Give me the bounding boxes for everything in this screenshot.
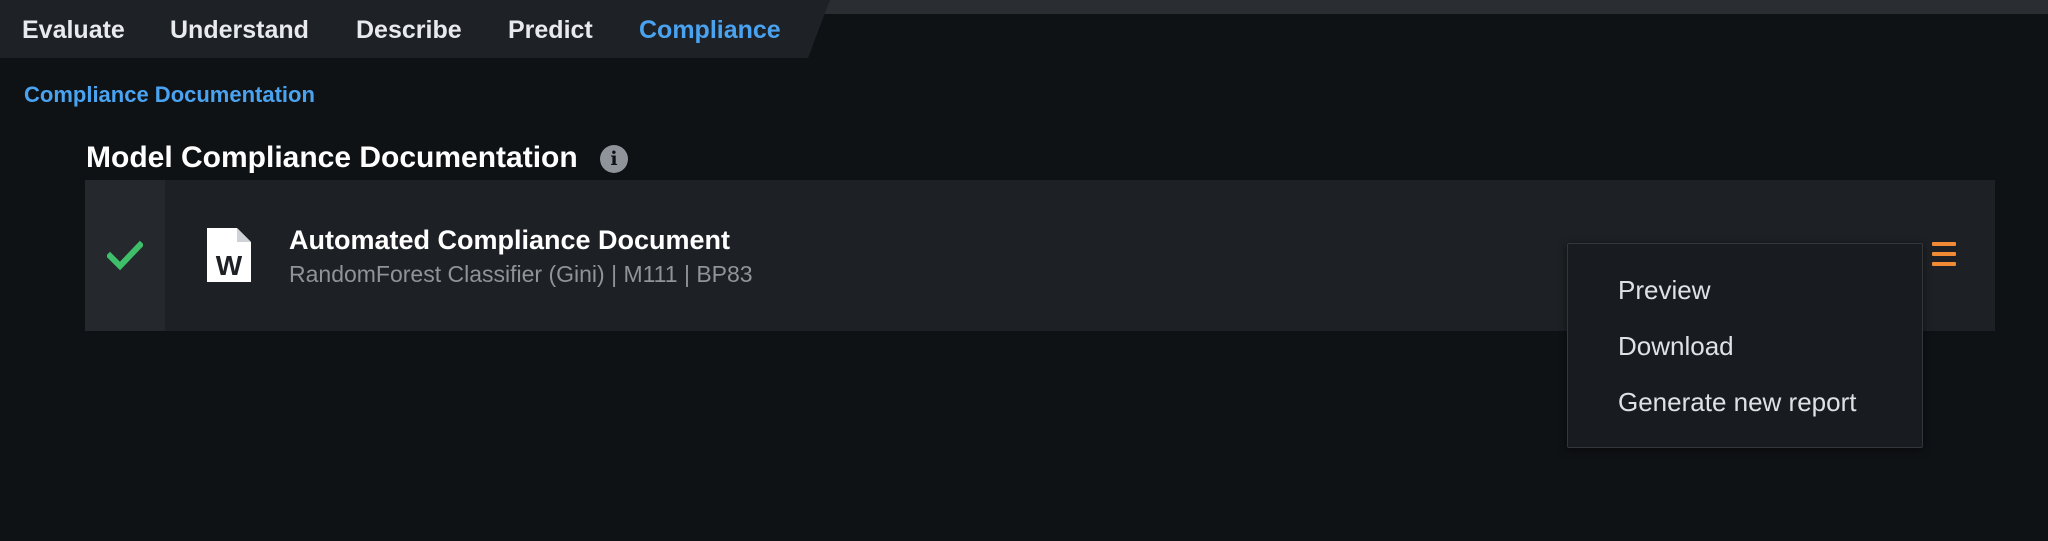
svg-text:W: W [216, 250, 243, 281]
tab-understand[interactable]: Understand [170, 15, 309, 45]
menu-item-generate-new-report[interactable]: Generate new report [1618, 386, 1856, 418]
tab-bar: Evaluate Understand Describe Predict Com… [0, 0, 830, 58]
menu-item-preview[interactable]: Preview [1618, 274, 1710, 306]
tab-compliance[interactable]: Compliance [639, 15, 781, 45]
document-subtitle: RandomForest Classifier (Gini) | M111 | … [289, 261, 753, 287]
document-title[interactable]: Automated Compliance Document [289, 224, 730, 256]
subnav-compliance-documentation[interactable]: Compliance Documentation [24, 82, 315, 108]
word-document-icon: W [207, 228, 251, 282]
tab-evaluate[interactable]: Evaluate [22, 15, 125, 45]
tab-predict[interactable]: Predict [508, 15, 593, 45]
page-title: Model Compliance Documentation [86, 141, 578, 174]
document-status-cell [85, 180, 165, 331]
check-icon [107, 240, 143, 271]
hamburger-menu-icon[interactable] [1930, 240, 1958, 268]
info-icon[interactable]: i [600, 145, 628, 173]
tab-describe[interactable]: Describe [356, 15, 462, 45]
document-actions-menu: Preview Download Generate new report [1567, 243, 1923, 448]
menu-item-download[interactable]: Download [1618, 330, 1734, 362]
